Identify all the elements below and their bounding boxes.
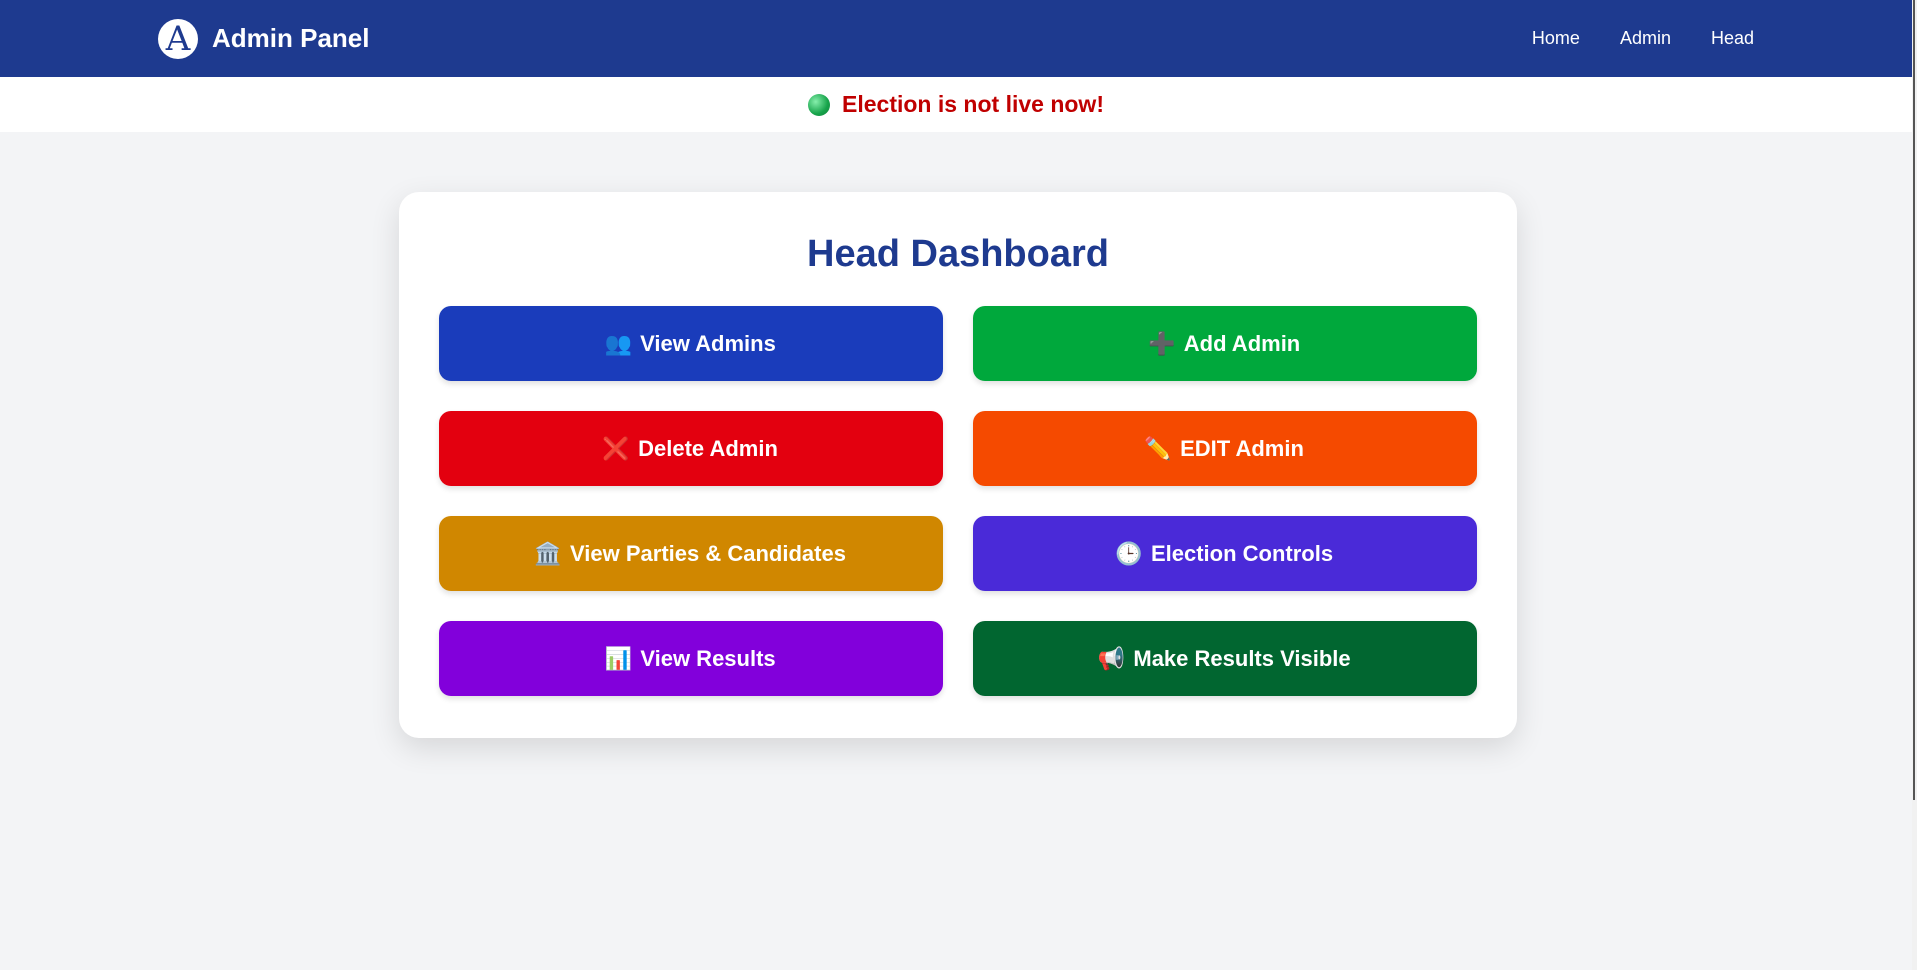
logo-icon: A: [158, 18, 198, 59]
scrollbar-thumb[interactable]: [1913, 0, 1915, 800]
election-status-bar: Election is not live now!: [0, 77, 1912, 132]
nav-link-admin[interactable]: Admin: [1620, 28, 1671, 49]
view-admins-label: View Admins: [640, 330, 776, 356]
status-dot-icon: [808, 93, 830, 116]
page-scrollbar[interactable]: [1912, 0, 1917, 970]
nav-links: Home Admin Head: [1532, 28, 1754, 49]
view-results-label: View Results: [640, 645, 776, 671]
bar-chart-icon: 📊: [604, 645, 633, 671]
plus-icon: ➕: [1148, 330, 1176, 356]
edit-admin-button[interactable]: ✏️ EDIT Admin: [973, 411, 1477, 486]
delete-admin-label: Delete Admin: [638, 435, 778, 461]
make-results-visible-label: Make Results Visible: [1133, 645, 1351, 671]
brand-title: Admin Panel: [212, 23, 370, 53]
election-controls-label: Election Controls: [1150, 540, 1334, 566]
add-admin-button[interactable]: ➕ Add Admin: [973, 306, 1477, 381]
pencil-icon: ✏️: [1144, 435, 1172, 461]
dashboard-card: Head Dashboard 👥 View Admins ➕ Add Admin…: [399, 192, 1517, 738]
users-icon: 👥: [604, 330, 632, 356]
delete-admin-button[interactable]: ❌ Delete Admin: [439, 411, 943, 486]
edit-admin-label: EDIT Admin: [1180, 435, 1304, 461]
cross-icon: ❌: [602, 435, 630, 461]
nav-link-head[interactable]: Head: [1711, 28, 1754, 49]
view-admins-button[interactable]: 👥 View Admins: [439, 306, 943, 381]
building-icon: 🏛️: [534, 540, 562, 566]
election-status-text: Election is not live now!: [842, 91, 1104, 117]
megaphone-icon: 📢: [1097, 645, 1126, 671]
brand[interactable]: A Admin Panel: [158, 18, 370, 59]
view-parties-candidates-button[interactable]: 🏛️ View Parties & Candidates: [439, 516, 943, 591]
page-title: Head Dashboard: [807, 233, 1109, 275]
view-results-button[interactable]: 📊 View Results: [439, 621, 943, 696]
view-parties-candidates-label: View Parties & Candidates: [570, 540, 846, 566]
top-navbar: A Admin Panel Home Admin Head: [0, 0, 1912, 77]
add-admin-label: Add Admin: [1183, 330, 1301, 356]
nav-link-home[interactable]: Home: [1532, 28, 1580, 49]
action-grid: 👥 View Admins ➕ Add Admin ❌ Delete Admin…: [439, 306, 1477, 696]
clock-icon: 🕒: [1115, 540, 1143, 566]
make-results-visible-button[interactable]: 📢 Make Results Visible: [973, 621, 1477, 696]
election-controls-button[interactable]: 🕒 Election Controls: [973, 516, 1477, 591]
